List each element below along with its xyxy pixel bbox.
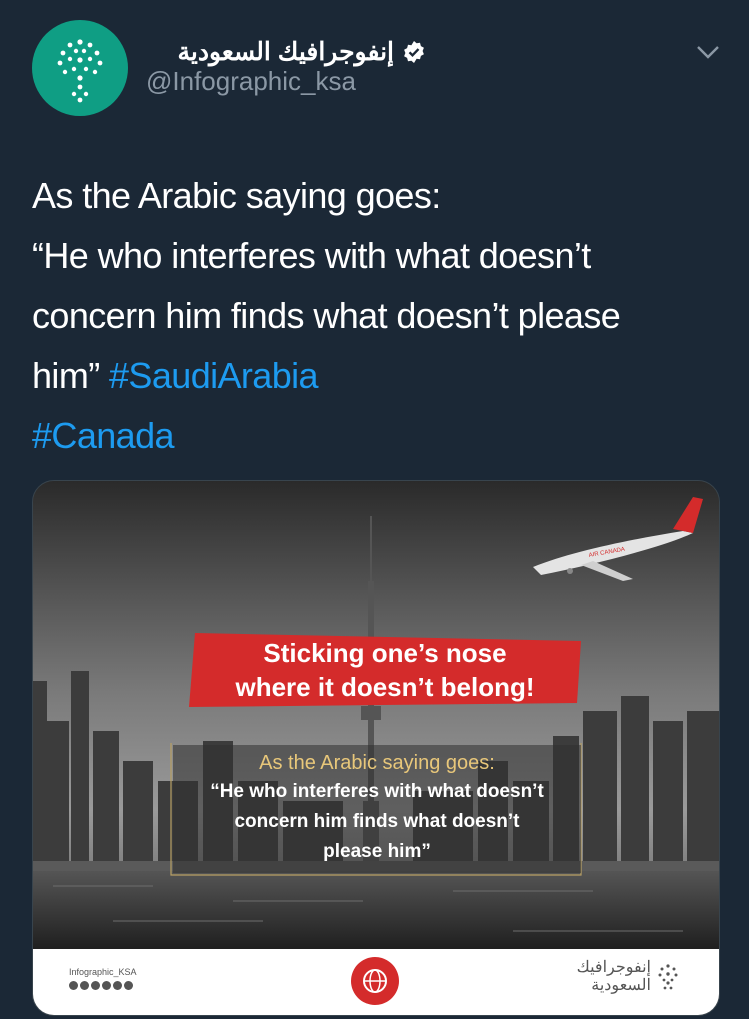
social-icon [124, 981, 133, 990]
verified-badge-icon [404, 41, 424, 63]
footer-handle: Infographic_KSA [69, 967, 137, 977]
footer-brand-line: السعودية [591, 977, 651, 994]
infographic-logo-icon [658, 964, 678, 990]
display-name-row[interactable]: إنفوجرافيك السعودية [177, 36, 426, 68]
globe-hand-icon [351, 957, 399, 1005]
banner-line: where it doesn’t belong! [235, 672, 535, 702]
footer-brand-line: إنفوجرافيك [576, 959, 651, 976]
social-icon [91, 981, 100, 990]
city-skyline-photo: AIR CANADA [33, 481, 719, 951]
social-icon [113, 981, 122, 990]
tweet-line-text: him” [32, 355, 100, 396]
avatar[interactable] [32, 20, 128, 116]
social-icon [80, 981, 89, 990]
hashtag-link-saudiarabia[interactable]: #SaudiArabia [109, 355, 319, 396]
quote-line: please him” [323, 841, 431, 862]
banner-line: Sticking one’s nose [263, 638, 507, 668]
social-icon [69, 981, 78, 990]
banner-title: Sticking one’s nose where it doesn’t bel… [189, 633, 581, 707]
display-name[interactable]: إنفوجرافيك السعودية [177, 37, 394, 67]
tweet-line: #Canada [32, 406, 722, 466]
user-handle[interactable]: @Infographic_ksa [146, 66, 356, 97]
chevron-down-icon[interactable] [694, 40, 722, 64]
tweet-text: As the Arabic saying goes: “He who inter… [32, 166, 722, 466]
image-footer: Infographic_KSA إنفوجرافيك السعودية [33, 949, 719, 1015]
tweet-line: As the Arabic saying goes: [32, 175, 441, 216]
tweet-line: concern him finds what doesn’t please [32, 295, 621, 336]
quote-line: concern him finds what doesn’t [234, 811, 520, 832]
hashtag-link-canada[interactable]: #Canada [32, 415, 175, 456]
footer-brand-left: Infographic_KSA [69, 967, 137, 990]
tweet-line: “He who interferes with what doesn’t [32, 235, 591, 276]
tweet-line: him” #SaudiArabia [32, 346, 722, 406]
tweet-media-image[interactable]: AIR CANADA Sticking one’s nose where it … [32, 480, 720, 1016]
social-icons [69, 981, 137, 990]
infographic-logo-icon [57, 39, 103, 103]
quote-lead: As the Arabic saying goes: [259, 752, 495, 774]
social-icon [102, 981, 111, 990]
quote-line: “He who interferes with what doesn’t [210, 781, 544, 802]
quote-box: As the Arabic saying goes: “He who inter… [173, 743, 581, 873]
footer-brand-right: إنفوجرافيك السعودية [577, 959, 679, 995]
